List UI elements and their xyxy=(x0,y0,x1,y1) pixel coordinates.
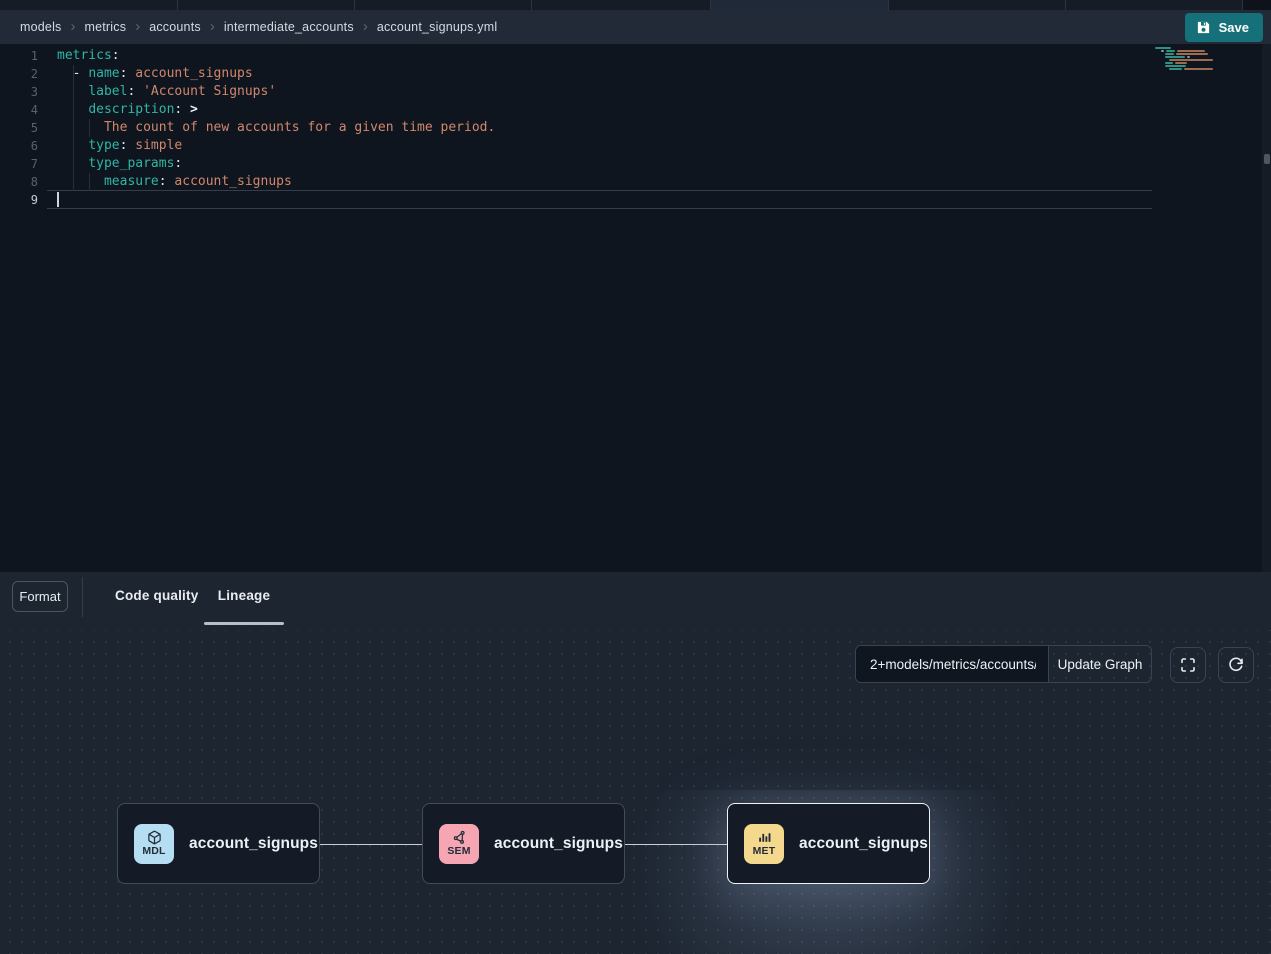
editor-tab[interactable] xyxy=(889,0,1066,10)
code-line[interactable]: 8 measure: account_signups xyxy=(0,173,1271,191)
line-number: 5 xyxy=(0,119,38,137)
node-label: account_signups xyxy=(494,835,623,853)
breadcrumb-item: account_signups.yml xyxy=(377,20,498,34)
fullscreen-button[interactable] xyxy=(1170,647,1206,683)
text-cursor xyxy=(57,192,59,207)
editor-tab-strip-end xyxy=(1243,0,1271,10)
lineage-graph-canvas[interactable]: Update Graph xyxy=(0,630,1271,954)
breadcrumb-item: intermediate_accounts xyxy=(224,20,354,34)
model-badge: MDL xyxy=(134,824,174,864)
badge-label: SEM xyxy=(447,846,470,857)
breadcrumb: models › metrics › accounts › intermediate_acc… xyxy=(20,19,497,36)
badge-label: MDL xyxy=(142,846,165,857)
save-icon xyxy=(1196,20,1211,35)
bar-chart-icon xyxy=(757,830,772,845)
editor-tab[interactable] xyxy=(0,0,178,10)
lineage-selector-input[interactable] xyxy=(856,657,1048,672)
code-line[interactable]: 7 type_params: xyxy=(0,155,1271,173)
network-icon xyxy=(452,830,467,845)
save-button-label: Save xyxy=(1219,20,1249,35)
chevron-right-icon: › xyxy=(71,18,76,35)
line-number: 2 xyxy=(0,65,38,83)
metric-badge: MET xyxy=(744,824,784,864)
node-label: account_signups xyxy=(189,835,318,853)
code-line-text: The count of new accounts for a given ti… xyxy=(57,119,495,137)
line-number: 9 xyxy=(0,191,38,209)
lineage-edge xyxy=(625,844,727,846)
code-line[interactable]: 4 description: > xyxy=(0,101,1271,119)
refresh-button[interactable] xyxy=(1218,647,1254,683)
code-line-text: metrics: xyxy=(57,47,120,65)
code-lines: 1metrics:2 - name: account_signups3 labe… xyxy=(0,47,1271,209)
lineage-edge xyxy=(320,844,422,846)
lineage-node-model[interactable]: MDL account_signups xyxy=(117,803,320,884)
selector-field[interactable] xyxy=(856,646,1048,682)
code-line-text: type_params: xyxy=(57,155,182,173)
chevron-right-icon: › xyxy=(363,18,368,35)
cube-icon xyxy=(147,830,162,845)
active-tab-underline xyxy=(204,622,284,625)
code-line-text: label: 'Account Signups' xyxy=(57,83,276,101)
refresh-icon xyxy=(1228,657,1244,673)
code-line-text: type: simple xyxy=(57,137,182,155)
editor-tab-strip xyxy=(0,0,1271,10)
minimap[interactable] xyxy=(1155,47,1213,71)
indent-guide xyxy=(89,173,90,191)
line-number: 8 xyxy=(0,173,38,191)
editor-tab[interactable] xyxy=(532,0,711,10)
indent-guide xyxy=(73,65,74,191)
line-number: 6 xyxy=(0,137,38,155)
editor-scrollbar[interactable] xyxy=(1262,44,1271,572)
tab-lineage[interactable]: Lineage xyxy=(204,588,284,603)
code-line[interactable]: 3 label: 'Account Signups' xyxy=(0,83,1271,101)
line-number: 3 xyxy=(0,83,38,101)
editor-tab[interactable] xyxy=(1066,0,1243,10)
breadcrumb-item: metrics xyxy=(85,20,127,34)
editor-tab-active[interactable] xyxy=(711,0,889,10)
format-button[interactable]: Format xyxy=(12,581,68,612)
code-line-text: description: > xyxy=(57,101,198,119)
editor-tab[interactable] xyxy=(355,0,532,10)
code-line[interactable]: 6 type: simple xyxy=(0,137,1271,155)
badge-label: MET xyxy=(753,846,776,857)
editor-tab[interactable] xyxy=(178,0,355,10)
breadcrumb-item: models xyxy=(20,20,62,34)
code-line-text: - name: account_signups xyxy=(57,65,253,83)
code-line[interactable]: 9 xyxy=(0,191,1271,209)
fullscreen-icon xyxy=(1180,657,1196,673)
code-line[interactable]: 2 - name: account_signups xyxy=(0,65,1271,83)
semantic-model-badge: SEM xyxy=(439,824,479,864)
lineage-selector-group: Update Graph xyxy=(855,645,1152,683)
chevron-right-icon: › xyxy=(135,18,140,35)
code-line[interactable]: 1 metrics: xyxy=(0,47,1271,65)
update-graph-button[interactable]: Update Graph xyxy=(1048,646,1151,682)
save-button[interactable]: Save xyxy=(1185,13,1263,42)
scrollbar-thumb[interactable] xyxy=(1264,154,1270,164)
code-line[interactable]: 5 The count of new accounts for a given … xyxy=(0,119,1271,137)
chevron-right-icon: › xyxy=(210,18,215,35)
breadcrumb-item: accounts xyxy=(149,20,201,34)
toolbar-divider xyxy=(82,577,83,617)
line-number: 1 xyxy=(0,47,38,65)
code-line-text: measure: account_signups xyxy=(57,173,292,191)
ide-window: models › metrics › accounts › intermediate_acc… xyxy=(0,0,1271,954)
code-editor[interactable]: 1metrics:2 - name: account_signups3 labe… xyxy=(0,44,1271,572)
line-number: 4 xyxy=(0,101,38,119)
node-label: account_signups xyxy=(799,835,928,853)
bottom-panel: Format Code quality Lineage Update Graph xyxy=(0,572,1271,954)
tab-code-quality[interactable]: Code quality xyxy=(115,588,198,603)
lineage-node-metric-selected[interactable]: MET account_signups xyxy=(727,803,930,884)
breadcrumb-bar: models › metrics › accounts › intermediate_acc… xyxy=(0,10,1271,44)
indent-guide xyxy=(89,119,90,137)
lineage-node-semantic-model[interactable]: SEM account_signups xyxy=(422,803,625,884)
line-number: 7 xyxy=(0,155,38,173)
